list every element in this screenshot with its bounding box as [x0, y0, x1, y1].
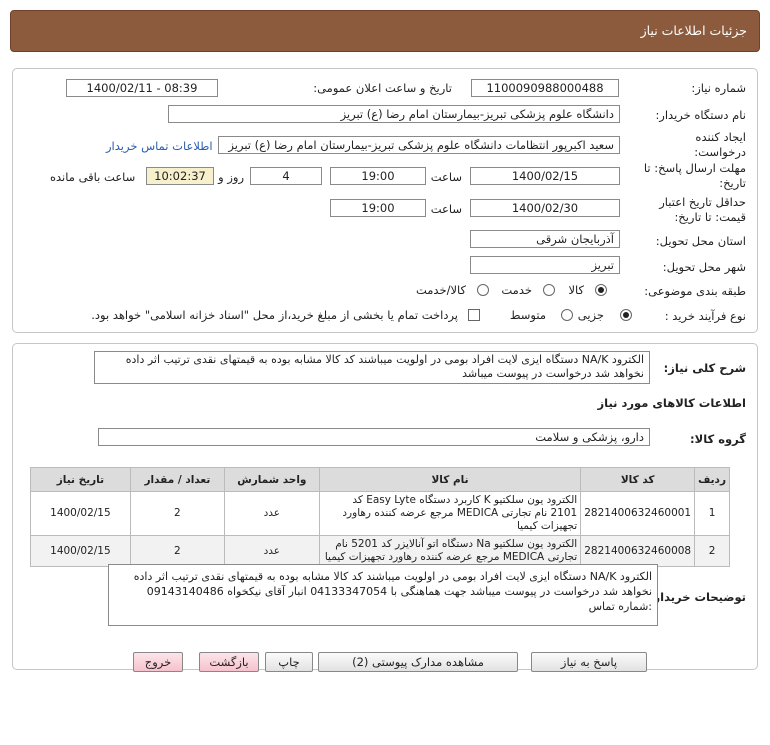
goods-group-label: گروه کالا:	[690, 432, 746, 446]
need-number-label: شماره نیاز:	[691, 81, 746, 95]
city-field: تبریز	[470, 256, 620, 274]
page-title: جزئیات اطلاعات نیاز	[640, 23, 747, 38]
price-time-field: 19:00	[330, 199, 426, 217]
contact-buyer-link[interactable]: اطلاعات تماس خریدار	[106, 139, 213, 153]
row-index: 1	[694, 491, 730, 536]
row-date: 1400/02/15	[30, 491, 131, 536]
days-field: 4	[250, 167, 322, 185]
announce-label: تاریخ و ساعت اعلان عمومی:	[313, 81, 452, 95]
col-date: تاریخ نیاز	[30, 467, 131, 492]
row-name: الکترود یون سلکتیو Na دستگاه اتو آنالایز…	[318, 535, 582, 567]
remaining-time-field: 10:02:37	[146, 167, 214, 185]
buyer-notes-label: توضیحات خریدار:	[648, 590, 746, 604]
need-number-field: 1100090988000488	[471, 79, 619, 97]
row-unit: عدد	[223, 491, 320, 536]
goods-group-field: دارو، پزشکی و سلامت	[98, 428, 650, 446]
general-description-label: شرح کلی نیاز:	[663, 361, 746, 375]
buyer-label: نام دستگاه خریدار:	[655, 108, 746, 122]
payment-checkbox[interactable]	[468, 309, 480, 321]
process-radio-small[interactable]	[620, 309, 632, 321]
process-radio-medium[interactable]	[561, 309, 573, 321]
category-option-service: خدمت	[501, 283, 532, 297]
col-code: کد کالا	[580, 467, 696, 492]
attachments-button[interactable]: مشاهده مدارک پیوستی (2)	[318, 652, 518, 672]
price-deadline-label: حداقل تاریخ اعتبار قیمت: تا تاریخ:	[659, 195, 746, 224]
print-button[interactable]: چاپ	[265, 652, 313, 672]
category-option-goods-service: کالا/خدمت	[415, 283, 466, 297]
price-date-field: 1400/02/30	[470, 199, 620, 217]
col-unit: واحد شمارش	[223, 467, 320, 492]
process-label: نوع فرآیند خرید :	[664, 309, 746, 323]
city-label: شهر محل تحویل:	[662, 260, 746, 274]
buyer-field: دانشگاه علوم پزشکی تبریز-بیمارستان امام …	[168, 105, 620, 123]
category-option-goods: کالا	[568, 283, 584, 297]
send-date-field: 1400/02/15	[470, 167, 620, 185]
announce-field: 1400/02/11 - 08:39	[66, 79, 218, 97]
row-date: 1400/02/15	[30, 535, 131, 567]
exit-button[interactable]: خروج	[133, 652, 183, 672]
row-name: الکترود یون سلکتیو K کاربرد دستگاه Easy …	[318, 491, 582, 536]
goods-table-header: ردیف کد کالا نام کالا واحد شمارش تعداد /…	[30, 467, 730, 492]
creator-label: ایجاد کننده درخواست:	[694, 130, 746, 159]
send-time-label: ساعت	[430, 170, 462, 184]
row-index: 2	[694, 535, 730, 567]
province-field: آذربایجان شرقی	[470, 230, 620, 248]
payment-note: پرداخت تمام یا بخشی از مبلغ خرید،از محل …	[91, 308, 458, 322]
province-label: استان محل تحویل:	[655, 234, 746, 248]
price-time-label: ساعت	[430, 202, 462, 216]
goods-section-title: اطلاعات کالاهای مورد نیاز	[597, 396, 746, 410]
row-code: 2821400632460008	[580, 535, 696, 567]
page-header: جزئیات اطلاعات نیاز	[10, 10, 760, 52]
process-option-small: جزیی	[577, 308, 604, 322]
days-label: روز و	[218, 170, 244, 184]
buyer-notes-box: الکترود NA/K دستگاه ایزی لایت افراد بومی…	[108, 564, 658, 626]
table-row: 2 2821400632460008 الکترود یون سلکتیو Na…	[30, 535, 730, 567]
category-radio-service[interactable]	[543, 284, 555, 296]
general-description-box: الکترود NA/K دستگاه ایزی لایت افراد بومی…	[94, 351, 650, 384]
col-name: نام کالا	[318, 467, 582, 492]
creator-field: سعید اکبرپور انتظامات دانشگاه علوم پزشکی…	[218, 136, 620, 154]
table-row: 1 2821400632460001 الکترود یون سلکتیو K …	[30, 491, 730, 536]
process-option-medium: متوسط	[509, 308, 546, 322]
send-time-field: 19:00	[330, 167, 426, 185]
back-button[interactable]: بازگشت	[199, 652, 259, 672]
reply-button[interactable]: پاسخ به نیاز	[531, 652, 647, 672]
remaining-label: ساعت باقی مانده	[50, 170, 136, 184]
row-code: 2821400632460001	[580, 491, 696, 536]
row-qty: 2	[129, 535, 225, 567]
category-label: طبقه بندی موضوعی:	[644, 284, 746, 298]
category-radio-goods[interactable]	[595, 284, 607, 296]
col-index: ردیف	[694, 467, 730, 492]
col-qty: تعداد / مقدار	[129, 467, 225, 492]
row-unit: عدد	[223, 535, 320, 567]
send-deadline-label: مهلت ارسال پاسخ: تا تاریخ:	[643, 161, 746, 190]
category-radio-goods-service[interactable]	[477, 284, 489, 296]
goods-table: ردیف کد کالا نام کالا واحد شمارش تعداد /…	[30, 467, 730, 567]
row-qty: 2	[129, 491, 225, 536]
